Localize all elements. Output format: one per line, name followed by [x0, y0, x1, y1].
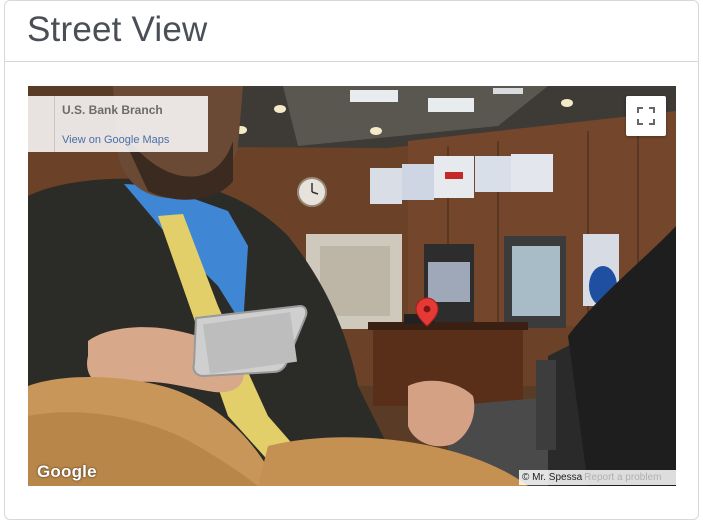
fullscreen-button[interactable]: [626, 96, 666, 136]
panel-header: Street View: [5, 1, 698, 62]
place-name: U.S. Bank Branch: [62, 103, 163, 117]
view-on-google-maps-link[interactable]: View on Google Maps: [62, 134, 198, 147]
google-logo: Google: [37, 462, 97, 481]
attribution-author[interactable]: © Mr. Spessa: [522, 472, 582, 483]
report-problem-link[interactable]: Report a problem: [584, 472, 661, 483]
panel-title: Street View: [27, 10, 208, 49]
attribution-bar: © Mr. Spessa Report a problem: [519, 470, 676, 485]
info-card-divider: [54, 96, 55, 152]
fullscreen-icon: [637, 107, 655, 125]
place-info-card: U.S. Bank Branch View on Google Maps: [28, 96, 208, 152]
street-view-map[interactable]: U.S. Bank Branch View on Google Maps Goo…: [28, 86, 676, 486]
